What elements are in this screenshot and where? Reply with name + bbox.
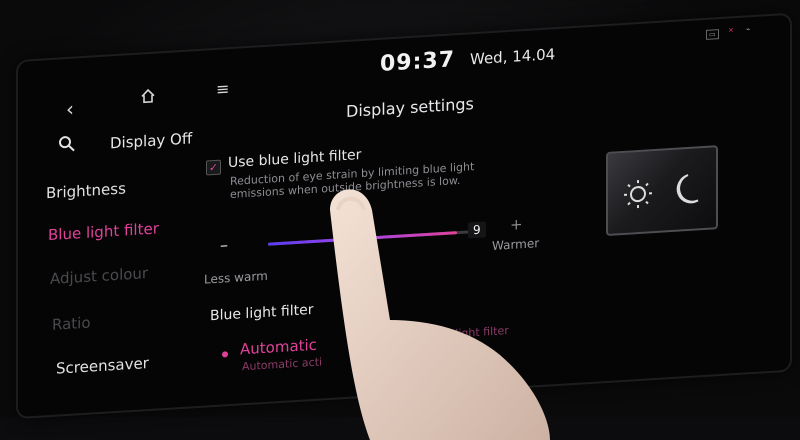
sidebar-item-adjust-colour[interactable]: Adjust colour: [50, 264, 148, 288]
slider-value: 9: [468, 221, 486, 238]
sidebar-item-blue-light-filter[interactable]: Blue light filter: [48, 219, 159, 244]
menu-icon[interactable]: ≡: [216, 79, 229, 99]
display-off-button[interactable]: Display Off: [110, 129, 192, 152]
automatic-option-desc-right: blue light filter: [428, 324, 509, 342]
page-title: Display settings: [346, 94, 474, 121]
infotainment-screen: 09:37 Wed, 14.04 ▭ ✕ ⌁ ‹ ≡ Display Off D…: [18, 15, 790, 417]
slider-less-warm-label: Less warm: [204, 269, 268, 287]
clock-time: 09:37: [380, 47, 455, 77]
sidebar-item-screensaver[interactable]: Screensaver: [56, 354, 149, 378]
slider-minus-button[interactable]: –: [220, 235, 228, 254]
sidebar-item-brightness[interactable]: Brightness: [46, 179, 126, 202]
slider-warmer-label: Warmer: [492, 236, 539, 253]
sidebar-item-ratio[interactable]: Ratio: [52, 314, 91, 334]
sun-moon-icon: [608, 147, 716, 234]
back-chevron-icon[interactable]: ‹: [66, 97, 74, 121]
search-icon[interactable]: [58, 134, 76, 158]
warmth-slider-track[interactable]: [268, 230, 478, 246]
cam-icon: ▭: [706, 29, 719, 40]
signal-icon: ✕: [728, 26, 734, 34]
usb-icon: ⌁: [746, 25, 750, 33]
day-night-illustration: [606, 145, 718, 236]
automatic-radio[interactable]: [222, 351, 228, 357]
warmth-slider-fill: [268, 231, 457, 246]
date-label: Wed, 14.04: [470, 45, 555, 68]
blue-light-checkbox[interactable]: ✓: [206, 160, 221, 176]
home-icon[interactable]: [140, 88, 156, 110]
slider-plus-button[interactable]: +: [510, 215, 523, 234]
automatic-option-desc-left: Automatic acti: [242, 355, 322, 373]
automatic-option-label[interactable]: Automatic: [240, 336, 317, 359]
section-heading-blue-light-filter: Blue light filter: [210, 302, 313, 324]
